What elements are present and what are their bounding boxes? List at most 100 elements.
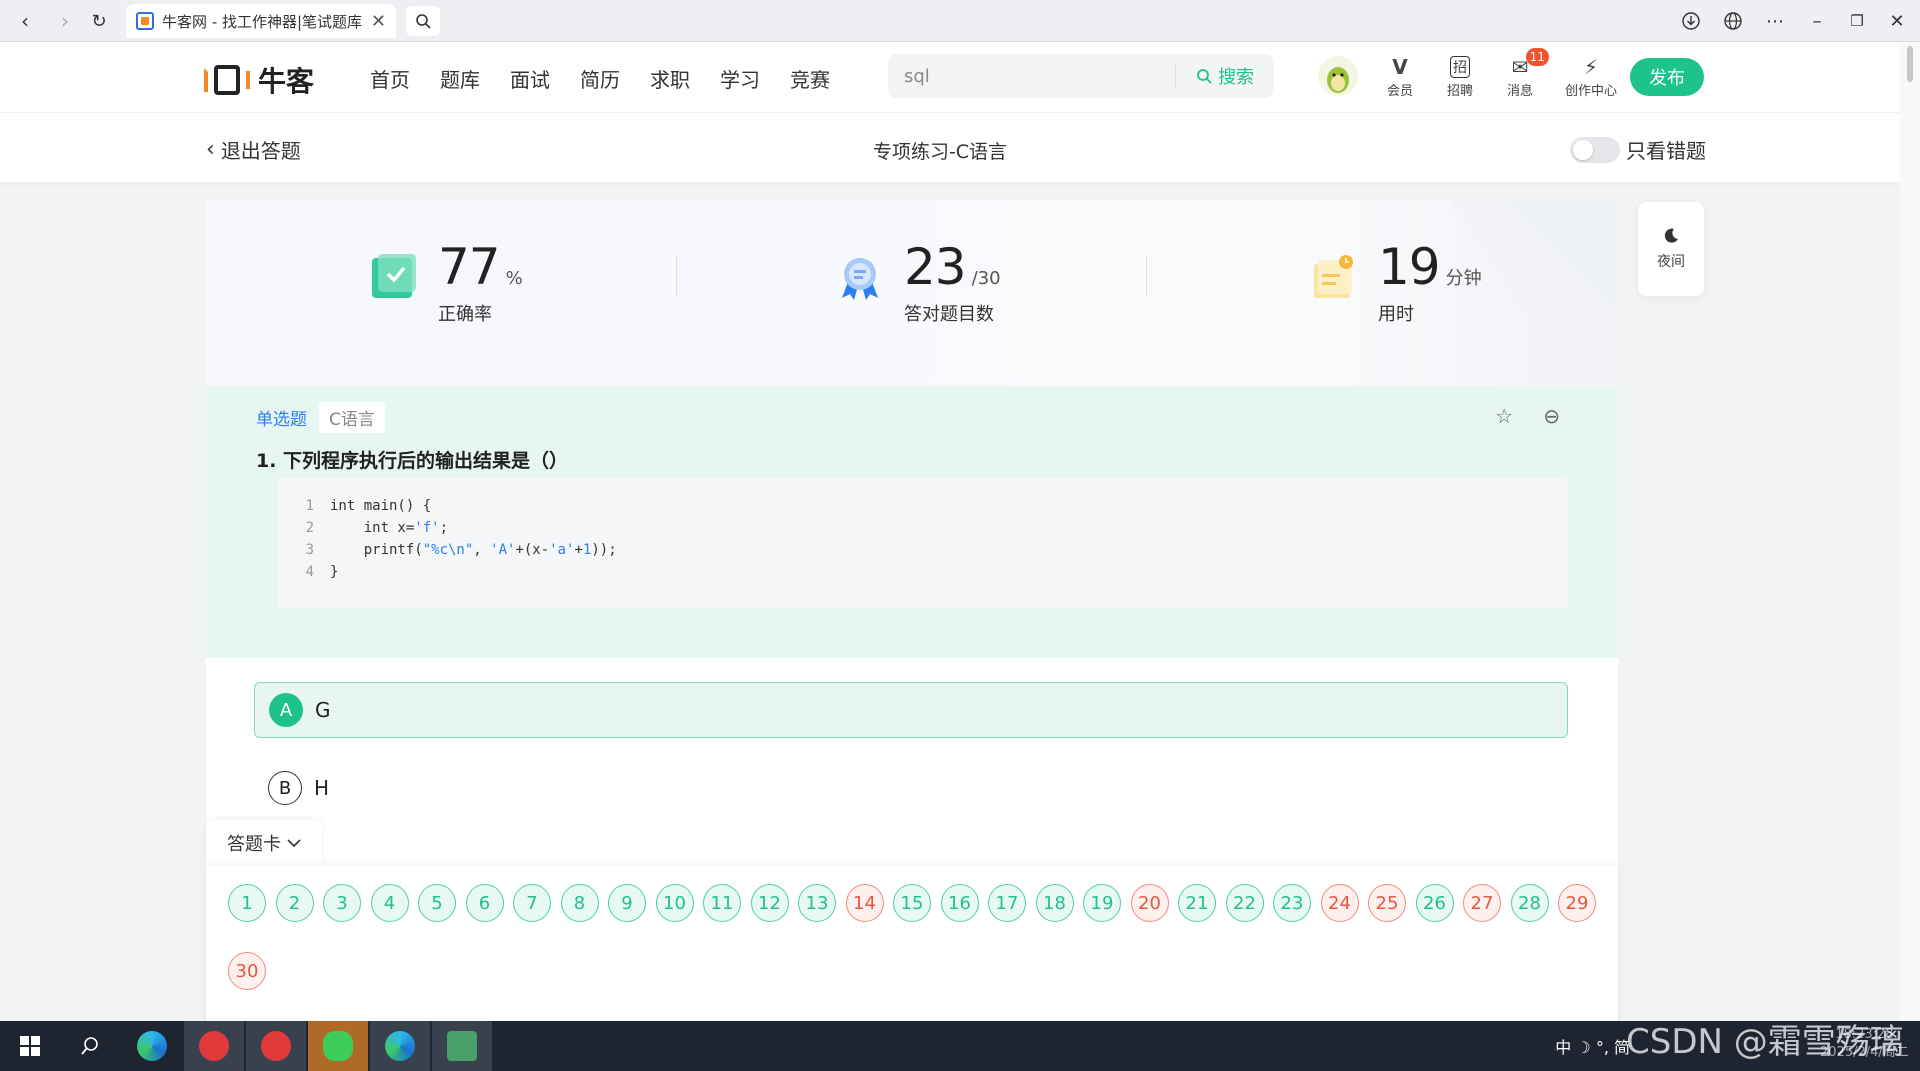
night-mode-label: 夜间 (1657, 254, 1685, 270)
answer-card-item[interactable]: 14 (845, 884, 884, 922)
site-header: 牛客 首页 题库 面试 简历 求职 学习 竞赛 搜索 V 会员 招 招聘 ✉ (0, 42, 1900, 112)
site-favicon-icon (136, 12, 154, 30)
answer-card-item[interactable]: 6 (465, 884, 504, 922)
brand-logo[interactable]: 牛客 (204, 60, 314, 100)
app-red-icon[interactable] (184, 1021, 244, 1071)
forward-icon[interactable]: › (50, 6, 80, 36)
night-mode-button[interactable]: 夜间 (1638, 202, 1704, 296)
answer-card-item[interactable]: 13 (798, 884, 836, 922)
chevron-down-icon (287, 839, 301, 848)
bulb-icon: ⚡ (1583, 55, 1599, 79)
wrong-only-toggle[interactable] (1570, 136, 1620, 163)
browser-tab[interactable]: 牛客网 - 找工作神器|笔试题库 ✕ (126, 4, 396, 38)
avatar[interactable] (1318, 56, 1358, 96)
code-line: 1 int main() { (305, 498, 432, 514)
nav-home[interactable]: 首页 (370, 64, 410, 93)
download-icon[interactable] (1676, 6, 1706, 36)
header-recruit[interactable]: 招 招聘 (1430, 54, 1490, 104)
time-used-value: 19 (1378, 238, 1441, 296)
minimize-icon[interactable]: – (1802, 6, 1832, 36)
window-close-icon[interactable]: ✕ (1882, 6, 1912, 36)
answer-card-item[interactable]: 26 (1415, 884, 1454, 922)
minus-circle-icon[interactable]: ⊖ (1543, 404, 1560, 428)
check-card-icon (372, 254, 416, 298)
answer-card-item[interactable]: 10 (655, 884, 694, 922)
answer-card-item[interactable]: 15 (893, 884, 931, 922)
answer-card-item[interactable]: 20 (1130, 884, 1169, 922)
answer-card-item[interactable]: 21 (1178, 884, 1216, 922)
answer-card-item[interactable]: 27 (1463, 884, 1501, 922)
app-red-icon[interactable] (246, 1021, 306, 1071)
close-icon[interactable]: ✕ (371, 11, 386, 32)
star-icon[interactable]: ☆ (1495, 404, 1513, 428)
answer-card-item[interactable]: 8 (560, 884, 599, 922)
answer-card-toggle[interactable]: 答题卡 (206, 820, 322, 866)
clock-note-icon (1314, 255, 1353, 298)
tab-search-icon[interactable] (406, 6, 440, 36)
code-line: 3 printf("%c\n", 'A'+(x-'a'+1)); (305, 542, 617, 558)
answer-card-item[interactable]: 25 (1368, 884, 1406, 922)
answer-card-item[interactable]: 2 (275, 884, 314, 922)
search-button[interactable]: 搜索 (1176, 63, 1274, 89)
stat-correct-count: 23 /30 答对题目数 (834, 238, 1001, 326)
answer-card-item[interactable]: 23 (1273, 884, 1311, 922)
answer-card-item[interactable]: 19 (1083, 884, 1121, 922)
option-b[interactable]: B H (254, 760, 1568, 816)
time-used-unit: 分钟 (1445, 268, 1482, 289)
answer-card-item[interactable]: 16 (940, 884, 979, 922)
answer-card-item[interactable]: 12 (750, 884, 789, 922)
answer-card-item[interactable]: 22 (1225, 884, 1264, 922)
edge-browser-icon[interactable] (122, 1021, 182, 1071)
option-a[interactable]: A G (254, 682, 1568, 738)
header-creator[interactable]: ⚡ 创作中心 (1556, 54, 1626, 104)
answer-card-item[interactable]: 17 (988, 884, 1026, 922)
header-message[interactable]: ✉ 11 消息 (1490, 48, 1550, 104)
moon-icon (1664, 228, 1678, 243)
answer-card-label: 答题卡 (227, 834, 281, 855)
option-letter: B (268, 771, 302, 805)
answer-card-item[interactable]: 30 (228, 952, 266, 990)
answer-card-item[interactable]: 3 (323, 884, 361, 922)
nav-learn[interactable]: 学习 (720, 64, 760, 93)
restore-icon[interactable]: ❐ (1842, 6, 1872, 36)
search-input[interactable] (888, 65, 1175, 87)
header-vip[interactable]: V 会员 (1370, 54, 1430, 104)
nav-question-bank[interactable]: 题库 (440, 64, 480, 93)
answer-card-item[interactable]: 28 (1510, 884, 1549, 922)
answer-card-item[interactable]: 4 (370, 884, 409, 922)
reload-icon[interactable]: ↻ (84, 6, 114, 36)
correct-count-label: 答对题目数 (904, 304, 994, 325)
page-scrollbar[interactable] (1900, 42, 1920, 1022)
app-window-icon[interactable] (432, 1021, 492, 1071)
taskbar-search-icon[interactable] (60, 1021, 120, 1071)
browser-toolbar: ‹ › ↻ 牛客网 - 找工作神器|笔试题库 ✕ ⋯ – ❐ ✕ (0, 0, 1920, 42)
globe-icon[interactable] (1718, 6, 1748, 36)
answer-card-item[interactable]: 1 (228, 884, 266, 922)
wechat-icon[interactable] (308, 1021, 368, 1071)
ime-status[interactable]: 中 ☽ °, 简 (1555, 1034, 1630, 1058)
edge-browser-icon[interactable] (370, 1021, 430, 1071)
answer-card-item[interactable]: 29 (1558, 884, 1596, 922)
windows-start-icon[interactable] (0, 1021, 60, 1071)
nav-jobs[interactable]: 求职 (650, 64, 690, 93)
publish-button[interactable]: 发布 (1630, 58, 1704, 96)
more-icon[interactable]: ⋯ (1760, 6, 1790, 36)
nav-contest[interactable]: 竞赛 (790, 64, 830, 93)
answer-card-item[interactable]: 24 (1320, 884, 1359, 922)
message-icon: ✉ 11 (1512, 48, 1549, 80)
answer-card-item[interactable]: 18 (1035, 884, 1074, 922)
back-icon[interactable]: ‹ (10, 6, 40, 36)
stat-divider (676, 256, 677, 296)
answer-card-item[interactable]: 11 (703, 884, 741, 922)
nav-resume[interactable]: 简历 (580, 64, 620, 93)
system-tray[interactable]: 中 ☽ °, 简 (1555, 1021, 1630, 1071)
scrollbar-thumb[interactable] (1907, 46, 1913, 82)
time-used-label: 用时 (1378, 304, 1414, 325)
stat-time-used: 19 分钟 用时 (1308, 238, 1482, 326)
answer-card-item[interactable]: 9 (608, 884, 646, 922)
csdn-watermark: CSDN @霜雪殇璃 (1626, 1022, 1904, 1062)
answer-card-item[interactable]: 7 (513, 884, 551, 922)
code-line: 2 int x='f'; (305, 520, 449, 536)
nav-interview[interactable]: 面试 (510, 64, 550, 93)
answer-card-item[interactable]: 5 (418, 884, 456, 922)
